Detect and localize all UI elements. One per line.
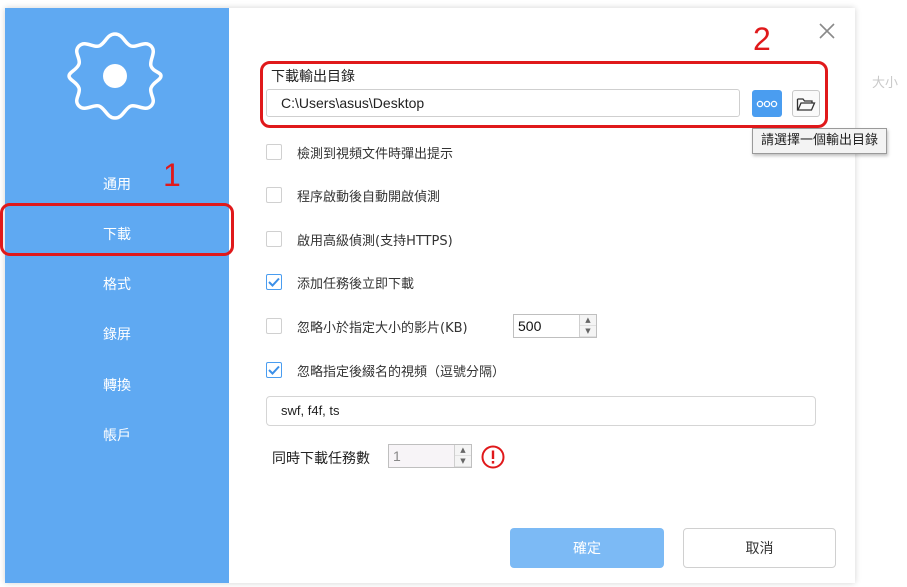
checkbox[interactable]: [266, 187, 282, 203]
option-advanced-detect-https[interactable]: 啟用高級偵測(支持HTTPS): [266, 230, 453, 249]
annotation-number-2: 2: [753, 21, 771, 57]
stepper-down-arrow-icon[interactable]: ▼: [580, 326, 596, 337]
option-label: 忽略指定後綴名的視頻（逗號分隔）: [297, 364, 506, 380]
stepper-down-arrow-icon[interactable]: ▼: [455, 456, 471, 467]
option-label: 添加任務後立即下載: [297, 276, 415, 292]
annotation-box-1: [0, 203, 234, 256]
option-label: 忽略小於指定大小的影片(KB): [297, 320, 468, 336]
checkbox-checked[interactable]: [266, 274, 282, 290]
annotation-number-1: 1: [163, 157, 181, 193]
output-directory-tooltip: 請選擇一個輸出目錄: [752, 128, 888, 154]
download-directory-title: 下載輸出目錄: [271, 69, 355, 85]
open-folder-button[interactable]: [792, 90, 820, 117]
stepper-up-arrow-icon[interactable]: ▲: [455, 445, 471, 456]
checkbox-checked[interactable]: [266, 362, 282, 378]
more-dots-icon: [756, 100, 778, 107]
sidebar-item-account[interactable]: 帳戶: [5, 425, 229, 445]
option-popup-on-detect[interactable]: 檢測到視頻文件時彈出提示: [266, 143, 454, 162]
option-download-immediately[interactable]: 添加任務後立即下載: [266, 273, 415, 292]
option-ignore-small-videos[interactable]: 忽略小於指定大小的影片(KB): [266, 317, 468, 336]
option-label: 啟用高級偵測(支持HTTPS): [297, 233, 453, 249]
sidebar-item-format[interactable]: 格式: [5, 274, 229, 294]
extensions-input[interactable]: swf, f4f, ts: [266, 396, 816, 426]
option-auto-detect-on-start[interactable]: 程序啟動後自動開啟偵測: [266, 186, 441, 205]
sidebar-item-recording[interactable]: 錄屏: [5, 324, 229, 344]
folder-open-icon: [796, 97, 816, 111]
browse-more-button[interactable]: [752, 90, 782, 117]
checkbox[interactable]: [266, 231, 282, 247]
checkbox[interactable]: [266, 144, 282, 160]
concurrent-tasks-value: 1: [393, 448, 401, 464]
option-label: 程序啟動後自動開啟偵測: [297, 189, 441, 205]
concurrent-tasks-label: 同時下載任務數: [272, 451, 370, 467]
cancel-button[interactable]: 取消: [683, 528, 836, 568]
option-ignore-extensions[interactable]: 忽略指定後綴名的視頻（逗號分隔）: [266, 361, 506, 380]
stepper-up-arrow-icon[interactable]: ▲: [580, 315, 596, 326]
option-label: 檢測到視頻文件時彈出提示: [297, 146, 454, 162]
exclamation-circle-icon: [481, 445, 505, 469]
sidebar-item-general[interactable]: 通用: [5, 174, 229, 194]
concurrent-tasks-stepper[interactable]: 1 ▲ ▼: [388, 444, 472, 468]
min-size-value: 500: [518, 318, 542, 334]
close-icon[interactable]: [817, 21, 837, 41]
checkmark-icon: [268, 365, 280, 375]
min-size-stepper[interactable]: 500 ▲ ▼: [513, 314, 597, 338]
output-path-input[interactable]: C:\Users\asus\Desktop: [266, 89, 740, 117]
checkmark-icon: [268, 277, 280, 287]
gear-icon: [67, 32, 163, 120]
sidebar-item-convert[interactable]: 轉換: [5, 375, 229, 395]
checkbox[interactable]: [266, 318, 282, 334]
background-text: 大小: [872, 76, 899, 91]
confirm-button[interactable]: 確定: [510, 528, 664, 568]
